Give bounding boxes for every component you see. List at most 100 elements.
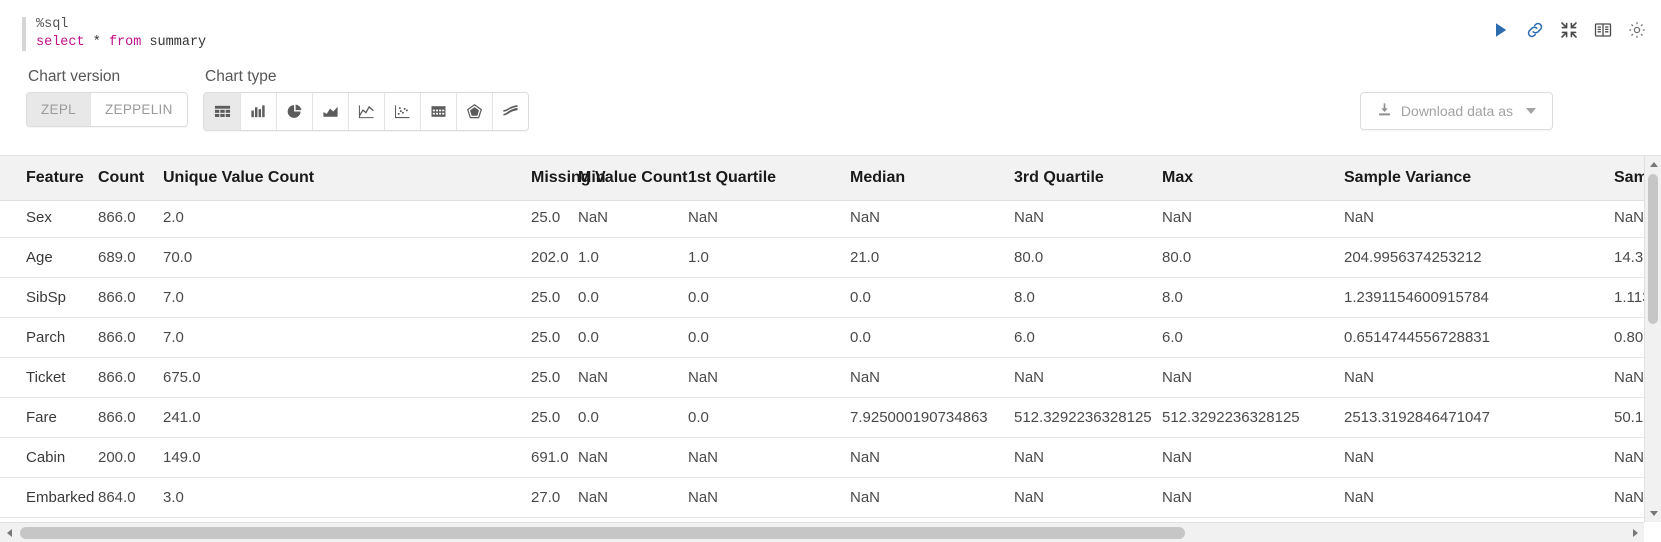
column-header-first-quartile[interactable]: 1st Quartile — [688, 156, 850, 201]
scatter-chart-icon[interactable] — [384, 93, 420, 130]
magic-token: %sql — [36, 17, 69, 32]
table-cell: 1.1131556315680113 — [1614, 277, 1644, 318]
table-row[interactable]: Cabin 200.0 149.0 691.0 NaN NaN NaN NaN NaN NaN Na… — [0, 437, 1644, 478]
table-cell: NaN — [1162, 477, 1344, 518]
pivot-chart-icon[interactable] — [420, 93, 456, 130]
table-cell: 689.0 — [98, 237, 163, 278]
table-cell: 2.0 — [163, 200, 531, 238]
table-cell: NaN — [1614, 477, 1644, 518]
vertical-scrollbar[interactable] — [1644, 156, 1661, 522]
table-cell: 80.0 — [1162, 237, 1344, 278]
chart-version-zeppelin[interactable]: ZEPPELIN — [89, 93, 187, 126]
table-row[interactable]: Embarked 864.0 3.0 27.0 NaN NaN NaN NaN NaN NaN Na… — [0, 477, 1644, 518]
column-header-missing-value-count[interactable]: Missing Value Count — [531, 156, 687, 201]
download-data-label: Download data as — [1400, 103, 1513, 119]
table-cell: 8.0 — [1014, 277, 1162, 318]
table-cell: 25.0 — [531, 200, 578, 238]
table-cell: 70.0 — [163, 237, 531, 278]
area-chart-icon[interactable] — [312, 93, 348, 130]
run-icon[interactable] — [1491, 20, 1511, 40]
table-cell: 25.0 — [531, 317, 578, 358]
table-cell: NaN — [1344, 477, 1614, 518]
table-cell: 7.0 — [163, 277, 531, 318]
table-row[interactable]: Sex 866.0 2.0 25.0 NaN NaN NaN NaN NaN NaN NaN — [0, 200, 1644, 238]
download-data-button[interactable]: Download data as — [1359, 92, 1553, 130]
table-row[interactable]: Parch 866.0 7.0 25.0 0.0 0.0 0.0 6.0 6.0 0.651474… — [0, 317, 1644, 358]
sql-code-editor[interactable]: %sql select * from summary — [22, 16, 1661, 52]
link-icon[interactable] — [1525, 20, 1545, 40]
table-header-row: Feature Count Unique Value Count Missing… — [0, 156, 1644, 201]
radar-chart-icon[interactable] — [456, 93, 492, 130]
table-cell-feature: SibSp — [0, 277, 98, 318]
table-row[interactable]: SibSp 866.0 7.0 25.0 0.0 0.0 0.0 8.0 8.0 1.239115… — [0, 277, 1644, 318]
collapse-icon[interactable] — [1559, 20, 1579, 40]
table-cell: 866.0 — [98, 357, 163, 398]
table-scroll-viewport[interactable]: Feature Count Unique Value Count Missing… — [0, 156, 1644, 522]
table-cell: 1.0 — [688, 237, 850, 278]
table-cell-feature: Age — [0, 237, 98, 278]
chart-type-toolbar — [203, 92, 529, 131]
table-cell: 866.0 — [98, 317, 163, 358]
table-cell-feature: Sex — [0, 200, 98, 238]
table-cell: 3.0 — [163, 477, 531, 518]
table-row[interactable]: Ticket 866.0 675.0 25.0 NaN NaN NaN NaN NaN NaN Na… — [0, 357, 1644, 398]
table-chart-icon[interactable] — [204, 93, 240, 130]
code-line-magic: %sql — [36, 16, 1661, 34]
column-header-unique-value-count[interactable]: Unique Value Count — [163, 156, 531, 201]
column-header-count[interactable]: Count — [98, 156, 163, 201]
column-header-feature[interactable]: Feature — [0, 156, 98, 201]
table-cell: NaN — [688, 357, 850, 398]
column-header-sample-variance[interactable]: Sample Variance — [1344, 156, 1614, 201]
table-cell: 25.0 — [531, 357, 578, 398]
table-row[interactable]: Age 689.0 70.0 202.0 1.0 1.0 21.0 80.0 80.0 204.9… — [0, 237, 1644, 278]
from-keyword: from — [108, 35, 142, 50]
table-cell-feature: Ticket — [0, 357, 98, 398]
book-icon[interactable] — [1593, 20, 1613, 40]
table-cell: NaN — [1162, 357, 1344, 398]
table-cell: 6.0 — [1014, 317, 1162, 358]
table-cell: 691.0 — [531, 437, 578, 478]
table-cell: NaN — [1162, 437, 1344, 478]
table-cell: NaN — [1344, 200, 1614, 238]
horizontal-scrollbar[interactable] — [0, 522, 1644, 542]
table-cell: 512.3292236328125 — [1014, 397, 1162, 438]
table-cell: NaN — [688, 437, 850, 478]
column-header-third-quartile[interactable]: 3rd Quartile — [1014, 156, 1162, 201]
scroll-left-arrow-icon[interactable] — [0, 523, 18, 542]
scroll-up-arrow-icon[interactable] — [1645, 156, 1661, 173]
column-header-median[interactable]: Median — [850, 156, 1014, 201]
column-header-sample-standard-deviation[interactable]: Sample Standard De — [1614, 156, 1644, 201]
chart-version-zepl[interactable]: ZEPL — [27, 93, 90, 126]
table-cell: 0.0 — [688, 397, 850, 438]
table-cell: NaN — [850, 437, 1014, 478]
table-cell: NaN — [1014, 200, 1162, 238]
table-cell: NaN — [1344, 437, 1614, 478]
table-cell: 50.13301591413691 — [1614, 397, 1644, 438]
pie-chart-icon[interactable] — [276, 93, 312, 130]
table-cell: 200.0 — [98, 437, 163, 478]
table-cell: NaN — [850, 477, 1014, 518]
column-header-max[interactable]: Max — [1162, 156, 1344, 201]
vertical-scroll-thumb[interactable] — [1648, 174, 1658, 324]
stream-chart-icon[interactable] — [492, 93, 528, 130]
line-chart-icon[interactable] — [348, 93, 384, 130]
gear-icon[interactable] — [1627, 20, 1647, 40]
scroll-down-arrow-icon[interactable] — [1645, 505, 1661, 522]
table-cell: NaN — [1162, 200, 1344, 238]
table-cell: 1.0 — [578, 237, 688, 278]
table-cell: 0.0 — [850, 317, 1014, 358]
scroll-right-arrow-icon[interactable] — [1626, 523, 1644, 542]
table-cell-feature: Parch — [0, 317, 98, 358]
table-cell-feature: Cabin — [0, 437, 98, 478]
bar-chart-icon[interactable] — [240, 93, 276, 130]
result-table-container: Feature Count Unique Value Count Missing… — [0, 155, 1661, 542]
table-cell: NaN — [578, 357, 688, 398]
chevron-down-icon — [1526, 108, 1536, 114]
paragraph-actions — [1491, 20, 1647, 40]
table-cell: 866.0 — [98, 277, 163, 318]
table-cell: 0.8071396754421648 — [1614, 317, 1644, 358]
table-cell: NaN — [1614, 357, 1644, 398]
table-row[interactable]: Fare 866.0 241.0 25.0 0.0 0.0 7.92500019073486… — [0, 397, 1644, 438]
table-name-token: summary — [149, 35, 207, 50]
horizontal-scroll-thumb[interactable] — [20, 527, 1185, 539]
